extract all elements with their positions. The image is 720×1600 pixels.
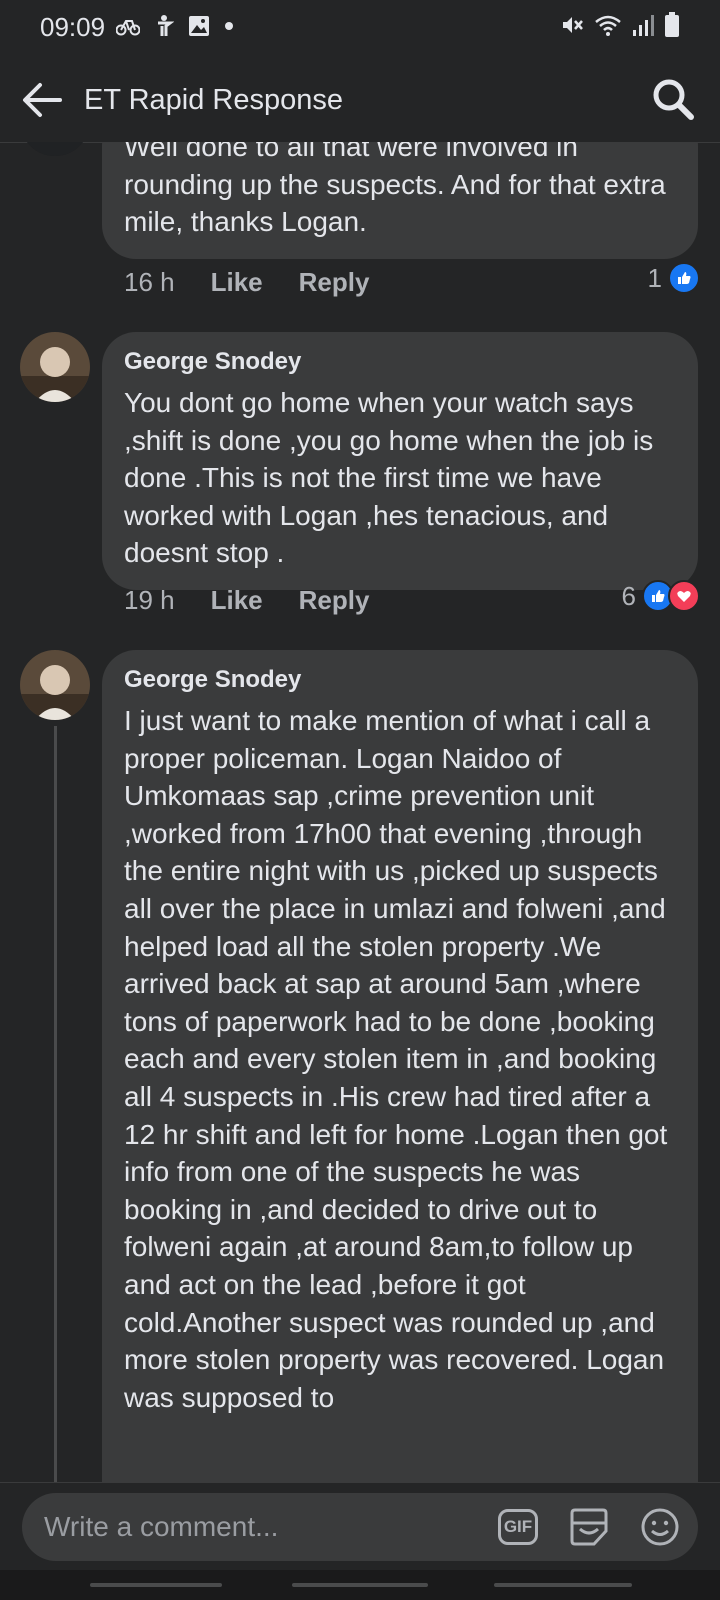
comment-text: You dont go home when your watch says ,s… (124, 387, 661, 569)
comment-author[interactable]: George Snodey (124, 666, 678, 694)
avatar[interactable] (20, 332, 90, 402)
search-icon[interactable] (650, 76, 696, 122)
comment-text: I just want to make mention of what i ca… (124, 705, 676, 1413)
signal-icon (633, 15, 654, 36)
emoji-icon[interactable] (640, 1507, 680, 1547)
profile-photo-icon (20, 332, 90, 402)
accessibility-icon (158, 15, 174, 36)
mute-icon (563, 17, 583, 33)
nav-home[interactable] (292, 1583, 428, 1587)
page-title: ET Rapid Response (84, 84, 344, 116)
nav-recents[interactable] (90, 1583, 222, 1587)
comment-time[interactable]: 19 h (124, 585, 175, 616)
dot-icon (225, 22, 233, 30)
reaction-count: 1 (647, 262, 662, 293)
sticker-icon[interactable] (568, 1507, 610, 1547)
like-button[interactable]: Like (211, 267, 263, 298)
reply-button[interactable]: Reply (299, 267, 370, 298)
gif-button[interactable]: GIF (498, 1509, 538, 1545)
comment-actions: 16 h Like Reply (124, 262, 369, 302)
profile-photo-icon (20, 650, 90, 720)
bike-notification-icon (116, 20, 140, 36)
comment-author[interactable]: George Snodey (124, 348, 678, 376)
status-bar: 09:09 (0, 0, 720, 56)
comments-feed[interactable]: Well done to all that were involved in r… (0, 142, 720, 1482)
thread-line (54, 726, 57, 1482)
comment-composer: GIF (0, 1482, 720, 1571)
system-icons (560, 12, 680, 38)
avatar[interactable] (20, 650, 90, 720)
comment-actions: 19 h Like Reply (124, 580, 369, 620)
status-time: 09:09 (40, 12, 106, 42)
comment-bubble[interactable]: George Snodey I just want to make mentio… (102, 650, 698, 1482)
comment-time[interactable]: 16 h (124, 267, 175, 298)
system-nav-bar (0, 1570, 720, 1600)
reaction-summary[interactable]: 1 (648, 258, 700, 298)
comment-bubble[interactable]: George Snodey You dont go home when your… (102, 332, 698, 590)
reaction-summary[interactable]: 6 (622, 576, 700, 616)
like-button[interactable]: Like (211, 585, 263, 616)
reaction-count: 6 (621, 580, 636, 611)
avatar[interactable] (20, 142, 90, 156)
app-bar: ET Rapid Response (0, 56, 720, 143)
wifi-icon (595, 15, 621, 36)
image-notification-icon (189, 16, 209, 36)
love-reaction-icon (668, 580, 700, 612)
reply-button[interactable]: Reply (299, 585, 370, 616)
arrow-left-icon[interactable] (20, 78, 64, 122)
nav-back[interactable] (494, 1583, 632, 1587)
battery-icon (665, 12, 679, 37)
comment-bubble[interactable]: Well done to all that were involved in r… (102, 142, 698, 259)
notification-icons (116, 14, 234, 38)
profile-photo-icon (20, 142, 90, 156)
composer-actions: GIF (498, 1507, 680, 1547)
like-reaction-icon (668, 262, 700, 294)
comment-text: Well done to all that were involved in r… (124, 142, 674, 238)
